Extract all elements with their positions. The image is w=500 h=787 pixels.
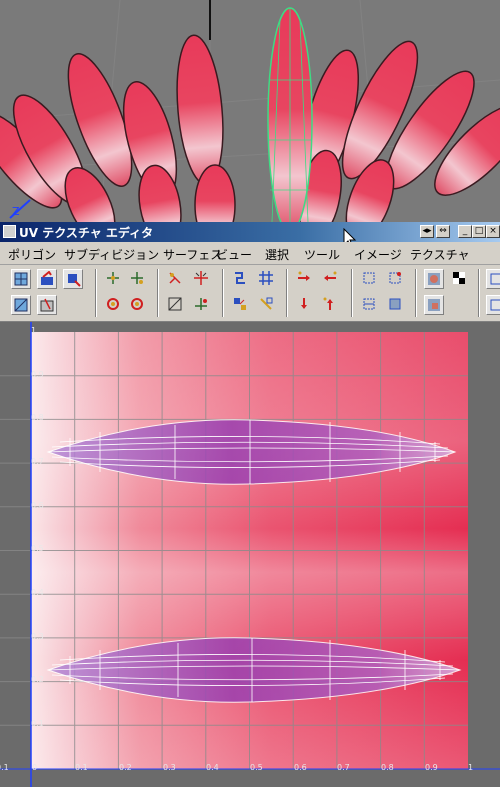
align-icon[interactable] <box>192 295 212 315</box>
map-uv-icon[interactable] <box>11 295 31 315</box>
u-tick-04: 0.4 <box>206 763 219 772</box>
u-tick-03: 0.3 <box>163 763 176 772</box>
flip-v-icon[interactable] <box>128 269 148 289</box>
select-uv-shell-icon[interactable] <box>63 269 83 289</box>
image-swatch-icon[interactable] <box>424 295 444 315</box>
v-tick-02: 0.2 <box>31 675 44 684</box>
v-tick-09: 0.9 <box>31 370 44 379</box>
checker-icon[interactable] <box>450 269 470 289</box>
u-tick-01: 0.1 <box>75 763 88 772</box>
u-tick-09: 0.9 <box>425 763 438 772</box>
grid-overflow-icon[interactable] <box>486 269 500 289</box>
u-tick-08: 0.8 <box>381 763 394 772</box>
v-tick-03: 0.3 <box>31 632 44 641</box>
menu-tool[interactable]: ツール <box>304 246 340 263</box>
rotate-ccw-icon[interactable] <box>166 269 186 289</box>
menu-subdiv-surfaces[interactable]: サブディビジョン サーフェス <box>64 246 222 263</box>
petal-model <box>0 0 500 222</box>
v-tick-04: 0.4 <box>31 588 44 597</box>
u-tick-07: 0.7 <box>337 763 350 772</box>
uv-texture-view <box>0 322 500 787</box>
v-tick-08: 0.8 <box>31 413 44 422</box>
rotate-right-icon[interactable] <box>128 295 148 315</box>
window-title: UV テクスチャ エディタ <box>19 226 154 240</box>
move-uv-icon[interactable] <box>37 269 57 289</box>
cut-uv-icon[interactable] <box>295 295 315 315</box>
straighten-icon[interactable] <box>166 295 186 315</box>
flip-u-icon[interactable] <box>104 269 124 289</box>
tool-bar <box>0 265 500 322</box>
uv-texture-editor-window[interactable]: UV テクスチャ エディタ ◂▸ ⇔ _ □ × ポリゴン サブディビジョン サ… <box>0 222 500 787</box>
u-tick-0: 0 <box>32 763 38 772</box>
close-button[interactable]: × <box>486 225 500 238</box>
u-tick-06: 0.6 <box>294 763 307 772</box>
tear-off-button[interactable]: ⇔ <box>436 225 450 238</box>
display-border-icon[interactable] <box>386 269 406 289</box>
relax-icon[interactable] <box>257 295 277 315</box>
minimize-button[interactable]: _ <box>458 225 472 238</box>
window-icon <box>3 225 16 238</box>
v-tick-06: 0.6 <box>31 501 44 510</box>
arrange-button[interactable]: ◂▸ <box>420 225 434 238</box>
u-tick-02: 0.2 <box>119 763 132 772</box>
menu-view[interactable]: ビュー <box>216 246 252 263</box>
uv-editor-canvas[interactable]: 1 0.9 0.8 0.7 0.6 0.5 0.4 0.3 0.2 0.1 0.… <box>0 322 500 787</box>
v-tick-05: 0.5 <box>31 544 44 553</box>
menu-texture[interactable]: テクスチャ <box>410 246 470 263</box>
cut-uv-grid-icon[interactable] <box>257 269 277 289</box>
v-tick-1: 1 <box>31 326 37 335</box>
menu-polygons[interactable]: ポリゴン <box>8 246 56 263</box>
layout-icon[interactable] <box>231 295 251 315</box>
v-tick-07: 0.7 <box>31 457 44 466</box>
menu-bar: ポリゴン サブディビジョン サーフェス ビュー 選択 ツール イメージ テクスチ… <box>0 242 500 265</box>
display-grid-icon[interactable] <box>360 269 380 289</box>
shaded-uv-icon[interactable] <box>386 295 406 315</box>
merge-uv-icon[interactable] <box>321 295 341 315</box>
maximize-button[interactable]: □ <box>472 225 486 238</box>
u-tick-05: 0.5 <box>250 763 263 772</box>
sew-uv-icon[interactable] <box>231 269 251 289</box>
u-tick-neg01: 0.1 <box>0 763 9 772</box>
menu-select[interactable]: 選択 <box>265 246 289 263</box>
image-display-icon[interactable] <box>424 269 444 289</box>
menu-image[interactable]: イメージ <box>354 246 402 263</box>
u-tick-1: 1 <box>468 763 474 772</box>
move-v-icon[interactable] <box>321 269 341 289</box>
rotate-left-icon[interactable] <box>104 295 124 315</box>
move-u-icon[interactable] <box>295 269 315 289</box>
perspective-viewport[interactable]: Z <box>0 0 500 222</box>
snap-grid-icon[interactable] <box>192 269 212 289</box>
border-uv-icon[interactable] <box>360 295 380 315</box>
v-tick-01: 0.1 <box>31 719 44 728</box>
z-axis-label: Z <box>12 205 20 218</box>
window-titlebar[interactable]: UV テクスチャ エディタ ◂▸ ⇔ _ □ × <box>0 222 500 242</box>
unfold-icon[interactable] <box>37 295 57 315</box>
overflow-icon[interactable] <box>486 295 500 315</box>
uv-grid-icon[interactable] <box>11 269 31 289</box>
